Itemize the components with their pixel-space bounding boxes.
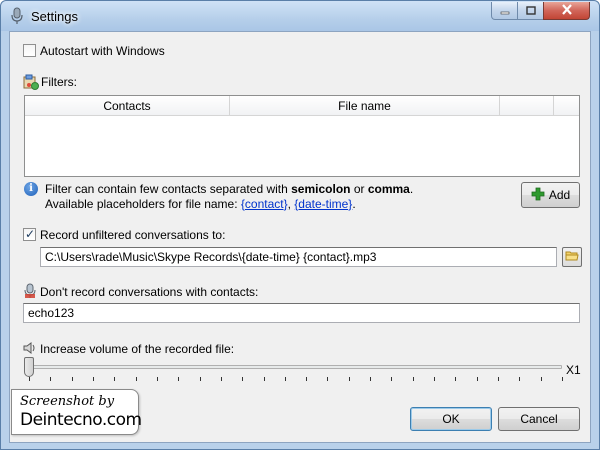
column-header-file-name[interactable]: File name	[230, 96, 500, 116]
browse-folder-button[interactable]	[562, 247, 582, 267]
dialog-body: Autostart with Windows Filters: Contacts…	[9, 31, 591, 443]
slider-tick	[391, 377, 393, 381]
maximize-button[interactable]	[517, 2, 544, 20]
autostart-label: Autostart with Windows	[40, 44, 165, 58]
slider-tick	[327, 377, 329, 381]
ok-button-label: OK	[442, 412, 460, 426]
column-header-contacts[interactable]: Contacts	[25, 96, 230, 116]
slider-tick	[476, 377, 478, 381]
volume-slider-track[interactable]	[26, 365, 562, 369]
slider-tick	[199, 377, 201, 381]
cancel-button-label: Cancel	[520, 412, 558, 426]
muted-microphone-icon	[23, 283, 37, 302]
slider-tick	[370, 377, 372, 381]
close-button[interactable]	[543, 2, 590, 20]
add-button[interactable]: Add	[521, 182, 580, 208]
speaker-icon	[23, 341, 37, 358]
watermark: Screenshot by Deintecno.com	[11, 389, 142, 435]
title-bar[interactable]: Settings	[1, 1, 599, 31]
help-text-part: or	[350, 182, 368, 196]
slider-tick	[242, 377, 244, 381]
slider-tick	[562, 377, 563, 381]
slider-tick	[135, 377, 137, 381]
folder-icon	[565, 250, 579, 265]
help-text-part: .	[409, 182, 414, 196]
slider-tick	[540, 377, 542, 381]
microphone-icon	[9, 7, 25, 25]
window-title: Settings	[31, 9, 78, 24]
help-text-part: Filter can contain few contacts separate…	[45, 182, 292, 196]
help-text-part: Available placeholders for file name:	[45, 197, 241, 211]
watermark-line1: Screenshot by	[20, 394, 115, 409]
close-icon	[561, 3, 573, 18]
slider-tick	[263, 377, 265, 381]
minimize-icon	[500, 4, 510, 18]
slider-tick	[114, 377, 116, 381]
slider-tick	[178, 377, 180, 381]
slider-tick	[50, 377, 52, 381]
volume-label: Increase volume of the recorded file:	[40, 342, 235, 356]
dont-record-label: Don't record conversations with contacts…	[40, 285, 259, 299]
filter-help-line1: Filter can contain few contacts separate…	[45, 182, 413, 197]
plus-icon	[531, 187, 545, 204]
slider-tick	[156, 377, 158, 381]
placeholder-link-date-time[interactable]: {date-time}	[294, 197, 352, 211]
column-header-delete[interactable]	[554, 96, 579, 116]
slider-tick	[92, 377, 94, 381]
autostart-checkbox[interactable]	[23, 44, 36, 57]
slider-tick	[29, 377, 30, 381]
volume-slider-thumb[interactable]	[24, 357, 34, 377]
record-unfiltered-checkbox[interactable]: ✓	[23, 227, 36, 241]
slider-tick	[434, 377, 436, 381]
ok-button[interactable]: OK	[410, 407, 492, 431]
help-text-bold: semicolon	[291, 182, 351, 196]
filter-icon	[23, 74, 39, 93]
slider-tick	[519, 377, 521, 381]
filters-table-header: Contacts File name	[25, 96, 579, 116]
record-path-input[interactable]: C:\Users\rade\Music\Skype Records\{date-…	[40, 247, 557, 267]
excluded-contacts-input[interactable]: echo123	[23, 303, 580, 323]
info-icon: i	[24, 182, 38, 196]
slider-tick	[455, 377, 457, 381]
slider-tick	[498, 377, 500, 381]
add-button-label: Add	[548, 188, 571, 202]
volume-level-label: X1	[566, 363, 581, 377]
cancel-button[interactable]: Cancel	[498, 407, 580, 431]
filters-label: Filters:	[41, 75, 77, 89]
filters-table[interactable]: Contacts File name	[24, 95, 580, 177]
record-unfiltered-label: Record unfiltered conversations to:	[40, 228, 226, 242]
slider-tick	[412, 377, 414, 381]
check-icon: ✓	[25, 227, 36, 241]
watermark-line2: Deintecno.com	[20, 410, 142, 430]
maximize-icon	[525, 4, 536, 18]
filter-help-text: Filter can contain few contacts separate…	[45, 182, 413, 212]
minimize-button[interactable]	[491, 2, 518, 20]
volume-slider-ticks	[29, 377, 563, 382]
settings-window: Settings Autostart with Windows Filters:…	[0, 0, 600, 450]
slider-tick	[348, 377, 350, 381]
placeholder-link-contact[interactable]: {contact}	[241, 197, 288, 211]
slider-tick	[71, 377, 73, 381]
column-header-edit[interactable]	[500, 96, 554, 116]
slider-tick	[306, 377, 308, 381]
slider-tick	[284, 377, 286, 381]
slider-tick	[220, 377, 222, 381]
help-text-part: .	[352, 197, 356, 211]
help-text-bold: comma	[367, 182, 410, 196]
filter-help-line2: Available placeholders for file name: {c…	[45, 197, 413, 212]
